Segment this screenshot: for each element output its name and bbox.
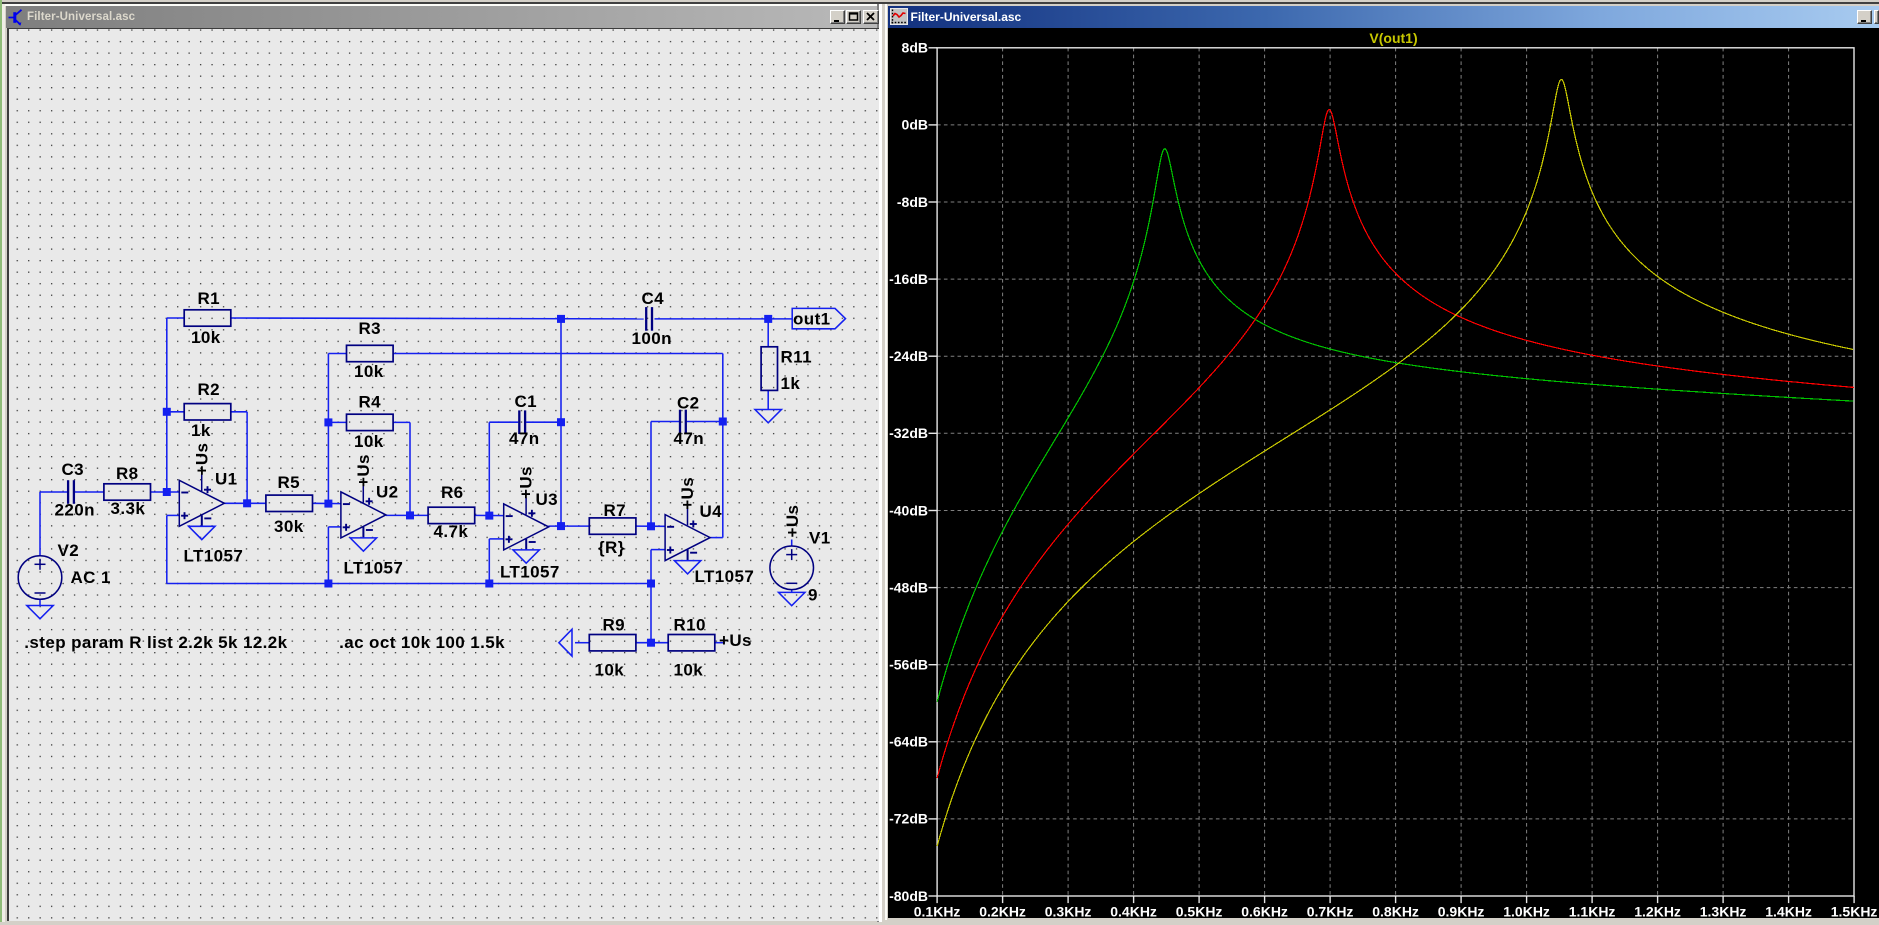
svg-text:R4: R4 (358, 392, 381, 411)
svg-text:AC 1: AC 1 (70, 568, 110, 587)
svg-text:100n: 100n (631, 329, 671, 348)
svg-text:-80dB: -80dB (889, 887, 928, 903)
svg-text:-56dB: -56dB (889, 656, 928, 672)
svg-text:47n: 47n (673, 429, 704, 448)
svg-text:R8: R8 (116, 464, 139, 483)
svg-text:0.8KHz: 0.8KHz (1372, 903, 1419, 918)
svg-text:1.3KHz: 1.3KHz (1699, 903, 1746, 918)
svg-text:R9: R9 (602, 615, 625, 634)
svg-text:0.1KHz: 0.1KHz (913, 903, 960, 918)
svg-text:9: 9 (808, 585, 818, 604)
svg-text:1k: 1k (191, 421, 211, 440)
svg-text:R7: R7 (603, 501, 626, 520)
svg-text:4.7k: 4.7k (433, 522, 468, 541)
svg-text:LT1057: LT1057 (183, 546, 243, 565)
svg-text:+Us: +Us (192, 442, 211, 475)
svg-text:R1: R1 (197, 289, 220, 308)
svg-text:.ac oct 10k 100 1.5k: .ac oct 10k 100 1.5k (339, 633, 505, 652)
svg-text:+Us: +Us (719, 631, 752, 650)
svg-text:0.9KHz: 0.9KHz (1437, 903, 1484, 918)
svg-text:-16dB: -16dB (889, 270, 928, 286)
svg-text:+Us: +Us (353, 454, 372, 487)
svg-text:220n: 220n (54, 500, 94, 519)
svg-text:+Us: +Us (678, 477, 697, 510)
svg-text:R11: R11 (780, 347, 811, 366)
svg-text:10k: 10k (354, 432, 384, 451)
svg-text:-24dB: -24dB (889, 348, 928, 364)
svg-text:+Us: +Us (516, 466, 535, 499)
svg-text:R3: R3 (358, 319, 381, 338)
svg-text:8dB: 8dB (901, 39, 927, 55)
svg-text:LT1057: LT1057 (694, 567, 754, 586)
svg-text:1k: 1k (780, 374, 800, 393)
svg-text:1.5KHz: 1.5KHz (1830, 903, 1877, 918)
svg-text:V1: V1 (809, 528, 831, 547)
svg-text:R10: R10 (673, 615, 705, 634)
svg-text:0.4KHz: 0.4KHz (1110, 903, 1157, 918)
svg-text:+Us: +Us (783, 504, 802, 537)
svg-text:C4: C4 (641, 289, 664, 308)
svg-text:-48dB: -48dB (889, 579, 928, 595)
svg-text:C1: C1 (514, 392, 537, 411)
svg-text:U2: U2 (376, 482, 399, 501)
svg-text:0.2KHz: 0.2KHz (979, 903, 1026, 918)
svg-text:1.1KHz: 1.1KHz (1568, 903, 1615, 918)
svg-text:-64dB: -64dB (889, 733, 928, 749)
svg-text:-40dB: -40dB (889, 502, 928, 518)
svg-text:U1: U1 (215, 469, 238, 488)
svg-text:C2: C2 (677, 393, 700, 412)
svg-text:.step param R list 2.2k 5k 12.: .step param R list 2.2k 5k 12.2k (24, 633, 287, 652)
svg-text:R5: R5 (277, 473, 300, 492)
svg-text:out1: out1 (793, 309, 830, 328)
svg-text:10k: 10k (594, 660, 624, 679)
svg-text:LT1057: LT1057 (500, 562, 560, 581)
svg-text:R2: R2 (197, 380, 220, 399)
svg-text:{R}: {R} (598, 538, 625, 557)
svg-text:0.7KHz: 0.7KHz (1306, 903, 1353, 918)
svg-text:LT1057: LT1057 (343, 558, 403, 577)
svg-text:U4: U4 (699, 502, 722, 521)
svg-text:47n: 47n (509, 429, 540, 448)
svg-text:10k: 10k (673, 660, 703, 679)
svg-text:-8dB: -8dB (896, 193, 927, 209)
svg-text:1.2KHz: 1.2KHz (1634, 903, 1681, 918)
svg-text:-32dB: -32dB (889, 425, 928, 441)
svg-text:0.3KHz: 0.3KHz (1044, 903, 1091, 918)
svg-text:V(out1): V(out1) (1369, 30, 1417, 46)
svg-text:0dB: 0dB (901, 116, 927, 132)
svg-text:C3: C3 (61, 460, 84, 479)
svg-text:1.0KHz: 1.0KHz (1503, 903, 1550, 918)
svg-text:1.4KHz: 1.4KHz (1765, 903, 1812, 918)
svg-text:0.5KHz: 0.5KHz (1175, 903, 1222, 918)
svg-text:10k: 10k (354, 362, 384, 381)
svg-text:-72dB: -72dB (889, 810, 928, 826)
svg-text:V2: V2 (57, 541, 79, 560)
svg-text:30k: 30k (274, 517, 304, 536)
svg-text:10k: 10k (191, 328, 221, 347)
svg-text:0.6KHz: 0.6KHz (1241, 903, 1288, 918)
svg-text:R6: R6 (441, 483, 464, 502)
svg-text:3.3k: 3.3k (110, 499, 145, 518)
svg-text:U3: U3 (535, 490, 558, 509)
